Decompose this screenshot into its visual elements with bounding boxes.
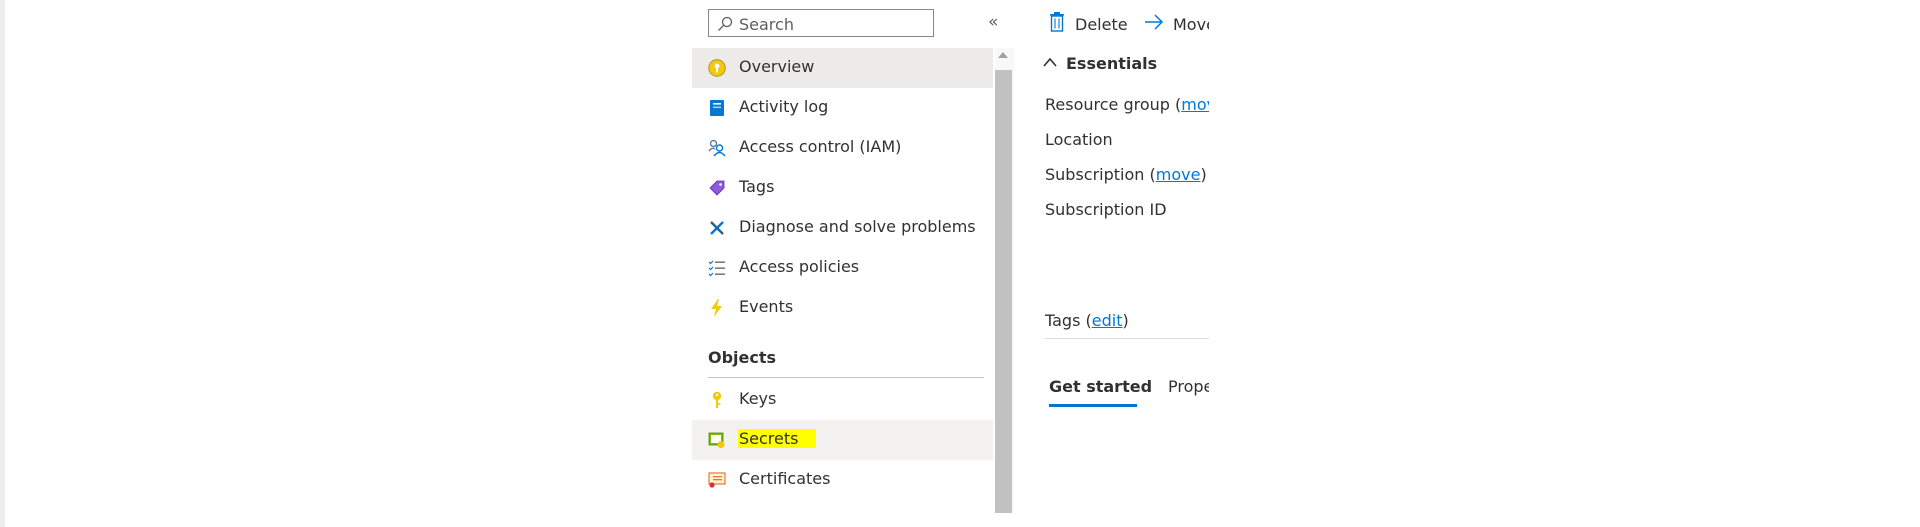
overview-icon [708,59,726,77]
section-divider [708,377,984,378]
menu-item-label: Tags [739,177,775,196]
menu-item-label: Access control (IAM) [739,137,902,156]
trash-icon [1050,12,1064,32]
menu-item-access-policies[interactable]: Access policies [692,248,993,288]
menu-item-keys[interactable]: Keys [692,380,993,420]
subscription-close-paren: ) [1200,165,1207,184]
secret-icon [708,432,725,448]
tags-close-paren: ) [1122,311,1129,330]
subscription-label: Subscription ( [1045,165,1156,184]
menu-item-label: Overview [739,57,815,76]
menu-item-access-control[interactable]: Access control (IAM) [692,128,993,168]
tags-label: Tags ( [1045,311,1092,330]
move-label: Move [1173,15,1209,34]
wrench-icon [710,221,724,235]
tags-row: Tags (edit) [1045,311,1129,330]
menu-item-label: Access policies [739,257,860,276]
move-button[interactable]: Move [1144,10,1209,38]
tab-get-started[interactable]: Get started [1049,377,1152,396]
menu-scrollbar-thumb[interactable] [995,70,1012,513]
menu-item-label: Certificates [739,469,831,488]
resource-group-move-link[interactable]: move [1181,95,1209,114]
people-icon [708,139,726,157]
tab-properties[interactable]: Properties [1168,377,1209,396]
scroll-up-arrow-icon[interactable] [998,52,1008,58]
tags-edit-link[interactable]: edit [1092,311,1123,330]
search-box[interactable] [708,9,934,37]
menu-item-activity-log[interactable]: Activity log [692,88,993,128]
location-label: Location [1045,130,1113,149]
resource-menu: « Overview Activity log [692,0,1014,513]
menu-item-label: Activity log [739,97,829,116]
key-icon [712,391,722,408]
essentials-title: Essentials [1066,54,1158,73]
window-border [0,0,5,527]
subscription-move-link[interactable]: move [1156,165,1201,184]
menu-item-overview[interactable]: Overview [692,48,993,88]
activity-log-icon [710,100,724,116]
subscription-row: Subscription (move) [1045,165,1207,184]
menu-item-events[interactable]: Events [692,288,993,328]
active-tab-indicator [1049,404,1137,407]
menu-item-certificates[interactable]: Certificates [692,460,993,500]
delete-label: Delete [1075,15,1128,34]
menu-item-label: Diagnose and solve problems [739,217,976,236]
subscription-id-label: Subscription ID [1045,200,1167,219]
menu-item-diagnose[interactable]: Diagnose and solve problems [692,208,993,248]
certificate-icon [708,472,726,488]
section-header-objects: Objects [708,348,777,367]
menu-item-secrets[interactable]: Secrets [692,420,993,460]
resource-group-row: Resource group (move [1045,95,1209,114]
delete-button[interactable]: Delete [1049,10,1129,38]
overview-content: Delete Move Essentials Resource group (m… [1037,0,1209,527]
tag-icon [709,180,725,196]
chevron-up-icon [1043,57,1057,67]
essentials-divider [1045,338,1209,339]
menu-item-label: Events [739,297,794,316]
lightning-icon [711,299,722,317]
search-input[interactable] [737,13,931,35]
arrow-right-icon [1145,14,1164,30]
menu-item-label: Secrets [739,429,799,448]
search-icon [718,16,733,31]
resource-group-label: Resource group ( [1045,95,1182,114]
list-check-icon [708,260,725,277]
collapse-menu-button[interactable]: « [988,14,1006,32]
menu-item-tags[interactable]: Tags [692,168,993,208]
menu-item-label: Keys [739,389,777,408]
